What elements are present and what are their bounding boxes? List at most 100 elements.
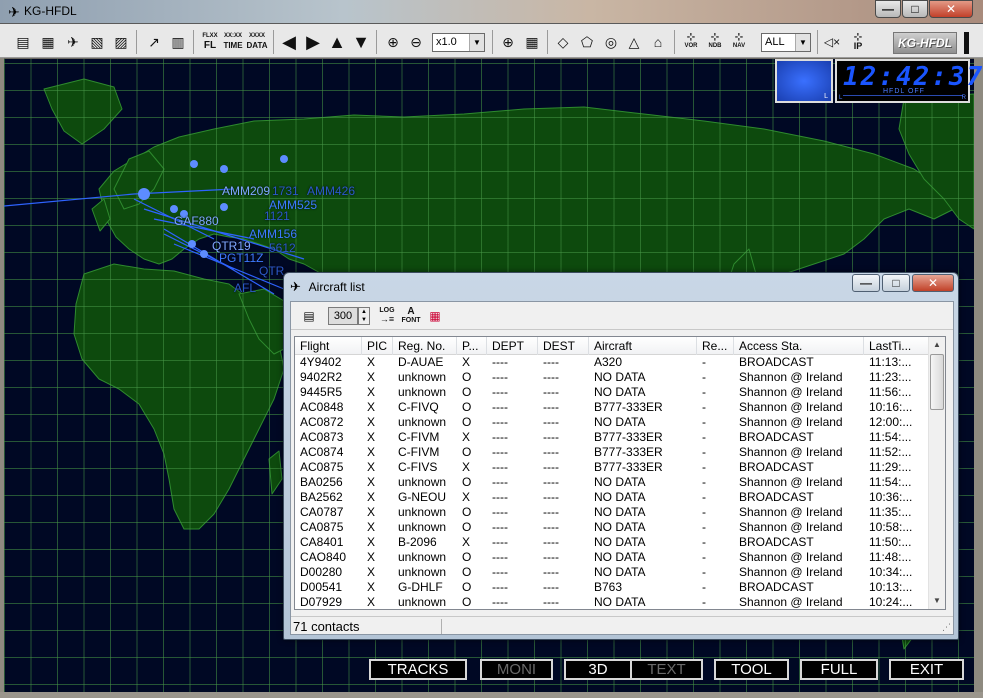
grid-icon[interactable]: ▦ (521, 31, 543, 53)
pan-down-icon[interactable]: ▼ (350, 31, 372, 53)
target-icon[interactable]: ◎ (600, 31, 622, 53)
col-aircraft[interactable]: Aircraft (589, 337, 697, 355)
table-row[interactable]: AC0874 X C-FIVM O ---- ---- B777-333ER - Shannon… (295, 445, 929, 460)
chevron-down-icon[interactable]: ▼ (469, 34, 484, 51)
main-titlebar[interactable]: ✈ KG-HFDL — □ ✕ (0, 0, 983, 24)
pan-right-icon[interactable]: ▶ (302, 31, 324, 53)
aircraft-label[interactable]: AMM209 (222, 184, 270, 198)
table-row[interactable]: D00541 X G-DHLF O ---- ---- B763 - BROADCAST 10:1… (295, 580, 929, 595)
scroll-thumb[interactable] (930, 354, 944, 410)
table-row[interactable]: 9402R2 Xunknown O ---- ---- NO DATA - Shannon @… (295, 370, 929, 385)
font-button[interactable]: A FONT (401, 307, 421, 325)
table-row[interactable]: BA2562 X G-NEOU X ---- ---- NO DATA - BROADCAST 1… (295, 490, 929, 505)
chevron-down-icon[interactable]: ▼ (795, 34, 810, 51)
maximize-button[interactable]: □ (902, 0, 928, 18)
zoom-in-icon[interactable]: ⊕ (382, 31, 404, 53)
plane-settings-icon[interactable]: ✈ (62, 31, 84, 53)
refresh-timer-icon[interactable]: ▤ (299, 307, 319, 325)
scroll-down-icon[interactable]: ▼ (929, 593, 945, 609)
stepper-up-icon[interactable]: ▲ (359, 308, 369, 316)
diamond-icon[interactable]: ◇ (552, 31, 574, 53)
close-button[interactable]: ✕ (929, 0, 973, 18)
tool-button[interactable]: TOOL (714, 659, 789, 680)
table-row[interactable]: AC0875 X C-FIVS X ---- ---- B777-333ER - BROADCA… (295, 460, 929, 475)
cell-re: - (702, 535, 706, 549)
exit-button[interactable]: EXIT (889, 659, 964, 680)
cup-icon[interactable]: ⌂ (647, 31, 669, 53)
stepper-down-icon[interactable]: ▼ (359, 316, 369, 324)
zoom-select[interactable]: x1.0 ▼ (432, 33, 485, 52)
table-row[interactable]: AC0872 Xunknown O ---- ---- NO DATA - Shannon @… (295, 415, 929, 430)
list-icon[interactable]: ▤ (12, 31, 34, 53)
col-dept[interactable]: DEPT (487, 337, 538, 355)
table-row[interactable]: D07929 Xunknown O ---- ---- NO DATA - Shannon @… (295, 595, 929, 609)
table-row[interactable]: D00280 Xunknown O ---- ---- NO DATA - Shannon @… (295, 565, 929, 580)
globe-icon[interactable]: ⊕ (497, 31, 519, 53)
table-row[interactable]: BA0256 Xunknown O ---- ---- NO DATA - Shannon @… (295, 475, 929, 490)
3d-button[interactable]: 3D (564, 659, 632, 680)
vor-button[interactable]: ⊹ VOR (680, 31, 702, 53)
resize-grip-icon[interactable]: ⋰ (942, 622, 951, 633)
dialog-close-button[interactable]: ✕ (912, 274, 954, 292)
data-button[interactable]: XXXX DATA (246, 31, 268, 53)
tracks-button[interactable]: TRACKS (369, 659, 467, 680)
moni-button[interactable]: MONI (480, 659, 553, 680)
table-row[interactable]: CAO840 Xunknown O ---- ---- NO DATA - Shannon @… (295, 550, 929, 565)
full-button[interactable]: FULL (800, 659, 878, 680)
col-reg[interactable]: Reg. No. (393, 337, 457, 355)
filter-select[interactable]: ALL ▼ (761, 33, 811, 52)
aircraft-label[interactable]: AMM426 (307, 184, 355, 198)
scroll-up-icon[interactable]: ▲ (929, 337, 945, 353)
doc-edit-icon[interactable]: ▧ (86, 31, 108, 53)
ip-button[interactable]: ⊹ IP (847, 31, 869, 53)
aircraft-label[interactable]: 5612 (269, 241, 296, 255)
aircraft-label[interactable]: QTR (259, 264, 284, 278)
pan-left-icon[interactable]: ◀ (278, 31, 300, 53)
time-button[interactable]: XX:XX TIME (222, 31, 244, 53)
table-row[interactable]: 4Y9402 X D-AUAE X ---- ---- A320 - BROADCAST 11:1… (295, 355, 929, 370)
interval-stepper[interactable]: ▲ ▼ (358, 307, 370, 325)
aircraft-label[interactable]: AMM156 (249, 227, 297, 241)
col-p[interactable]: P... (457, 337, 487, 355)
aircraft-label[interactable]: 1731 (272, 184, 299, 198)
mute-icon[interactable]: ◁× (821, 31, 843, 53)
table-row[interactable]: AC0873 X C-FIVM X ---- ---- B777-333ER - BROADCA… (295, 430, 929, 445)
route-icon[interactable]: ↗ (143, 31, 165, 53)
aircraft-label[interactable]: GAF880 (174, 214, 219, 228)
table-row[interactable]: CA8401 X B-2096 X ---- ---- NO DATA - BROADCAST 1… (295, 535, 929, 550)
color-columns-icon[interactable]: ▦ (425, 307, 445, 325)
aircraft-label[interactable]: 1121 (264, 209, 290, 223)
table-row[interactable]: CA0875 Xunknown O ---- ---- NO DATA - Shannon @… (295, 520, 929, 535)
dialog-minimize-button[interactable]: — (852, 274, 880, 292)
col-last-time[interactable]: LastTi... (864, 337, 929, 355)
log-button[interactable]: LOG →≡ (377, 307, 397, 325)
col-pic[interactable]: PIC (362, 337, 393, 355)
flight-level-button[interactable]: FLXX FL (199, 31, 221, 53)
minimize-button[interactable]: — (875, 0, 901, 18)
aircraft-label[interactable]: AFL (234, 281, 256, 295)
doc-icon[interactable]: ▨ (110, 31, 132, 53)
col-re[interactable]: Re... (697, 337, 734, 355)
dialog-titlebar[interactable]: ✈ Aircraft list (290, 277, 365, 297)
col-flight[interactable]: Flight (295, 337, 362, 355)
vertical-scrollbar[interactable]: ▲ ▼ (928, 337, 945, 609)
dialog-maximize-button[interactable]: □ (882, 274, 910, 292)
nav-button[interactable]: ⊹ NAV (728, 31, 750, 53)
table-row[interactable]: AC0848 X C-FIVQ O ---- ---- B777-333ER - Shannon… (295, 400, 929, 415)
aircraft-list-dialog[interactable]: ✈ Aircraft list — □ ✕ ▤ 300 ▲ ▼ LOG →≡ A FO… (283, 272, 959, 640)
ndb-button[interactable]: ⊹ NDB (704, 31, 726, 53)
interval-input[interactable]: 300 (328, 307, 358, 325)
table-row[interactable]: 9445R5 Xunknown O ---- ---- NO DATA - Shannon @… (295, 385, 929, 400)
text-button[interactable]: TEXT (630, 659, 703, 680)
radio-icon[interactable]: ▥ (167, 31, 189, 53)
col-access-station[interactable]: Access Sta. (734, 337, 864, 355)
zoom-out-icon[interactable]: ⊖ (405, 31, 427, 53)
triangle-icon[interactable]: △ (623, 31, 645, 53)
table-row[interactable]: CA0787 Xunknown O ---- ---- NO DATA - Shannon @… (295, 505, 929, 520)
pan-up-icon[interactable]: ▲ (326, 31, 348, 53)
aircraft-table[interactable]: Flight PIC Reg. No. P... DEPT DEST Aircr… (294, 336, 946, 610)
col-dest[interactable]: DEST (538, 337, 589, 355)
pentagon-icon[interactable]: ⬠ (576, 31, 598, 53)
doc-list-icon[interactable]: ▦ (37, 31, 59, 53)
aircraft-label[interactable]: PGT11Z (219, 251, 263, 265)
